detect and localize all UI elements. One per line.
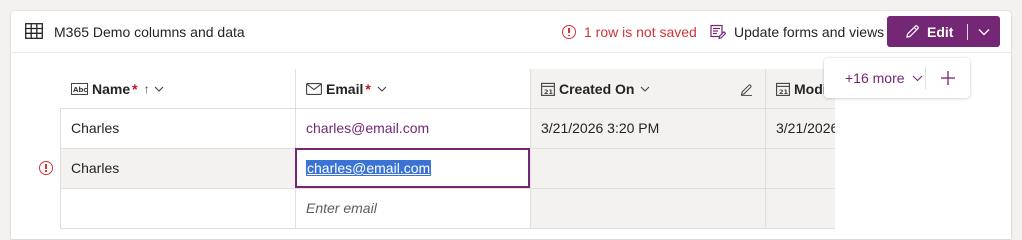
add-column-button[interactable] [926, 58, 970, 98]
row-error-icon[interactable] [39, 161, 53, 175]
cell-email-editing[interactable]: charles@email.com [295, 148, 530, 188]
more-columns-label: +16 more [845, 70, 905, 86]
svg-text:21: 21 [544, 88, 554, 96]
cell-created-on: 3/21/2026 3:20 PM [541, 120, 660, 136]
edit-button[interactable]: Edit [887, 16, 967, 47]
chevron-down-icon[interactable] [154, 86, 164, 92]
chevron-down-icon [912, 75, 922, 81]
calendar-icon: 21 [776, 82, 790, 96]
cell-email[interactable]: charles@email.com [295, 108, 530, 148]
calendar-icon: 21 [541, 82, 555, 96]
table-card: M365 Demo columns and data 1 row is not … [11, 11, 1011, 239]
locked-edit-icon [740, 84, 752, 96]
edit-label: Edit [927, 23, 954, 40]
svg-text:21: 21 [779, 88, 789, 96]
unsaved-notice[interactable]: 1 row is not saved [562, 24, 697, 40]
sort-ascending-icon: ↑ [143, 81, 150, 96]
pencil-icon [906, 25, 919, 38]
required-marker: * [132, 80, 138, 97]
cell-name[interactable]: Charles [60, 148, 295, 188]
update-forms-button[interactable]: Update forms and views [710, 18, 884, 46]
error-circle-icon [562, 25, 576, 39]
text-field-icon: Abc [71, 82, 88, 95]
column-email-label: Email [326, 80, 364, 97]
plus-icon [941, 71, 955, 85]
cell-modified-on: 3/21/2026 [776, 120, 835, 136]
grid-line [60, 228, 835, 229]
selected-email-text: charles@email.com [306, 160, 432, 176]
new-email-field[interactable]: Enter email [295, 188, 530, 228]
chevron-down-icon[interactable] [377, 86, 387, 92]
table-title: M365 Demo columns and data [54, 24, 245, 40]
edit-menu-button[interactable] [968, 16, 1000, 47]
edit-split-button: Edit [887, 16, 1000, 47]
column-header-email[interactable]: Email * [306, 69, 387, 108]
cell-name[interactable]: Charles [60, 108, 295, 148]
svg-text:Abc: Abc [73, 86, 88, 94]
command-bar: M365 Demo columns and data 1 row is not … [11, 11, 1011, 53]
more-columns-button[interactable]: +16 more [824, 58, 925, 98]
mail-icon [306, 82, 322, 95]
column-header-created-on[interactable]: 21 Created On [541, 69, 650, 108]
update-forms-label: Update forms and views [734, 24, 885, 40]
required-marker: * [365, 80, 371, 97]
column-header-name[interactable]: Abc Name * ↑ [71, 69, 164, 108]
column-created-on-label: Created On [559, 80, 635, 97]
unsaved-notice-text: 1 row is not saved [584, 24, 697, 40]
chevron-down-icon [978, 28, 990, 35]
more-columns-panel: +16 more [824, 58, 970, 98]
table-icon [25, 23, 43, 39]
form-edit-icon [710, 24, 726, 40]
chevron-down-icon[interactable] [640, 86, 650, 92]
column-name-label: Name [92, 80, 131, 97]
